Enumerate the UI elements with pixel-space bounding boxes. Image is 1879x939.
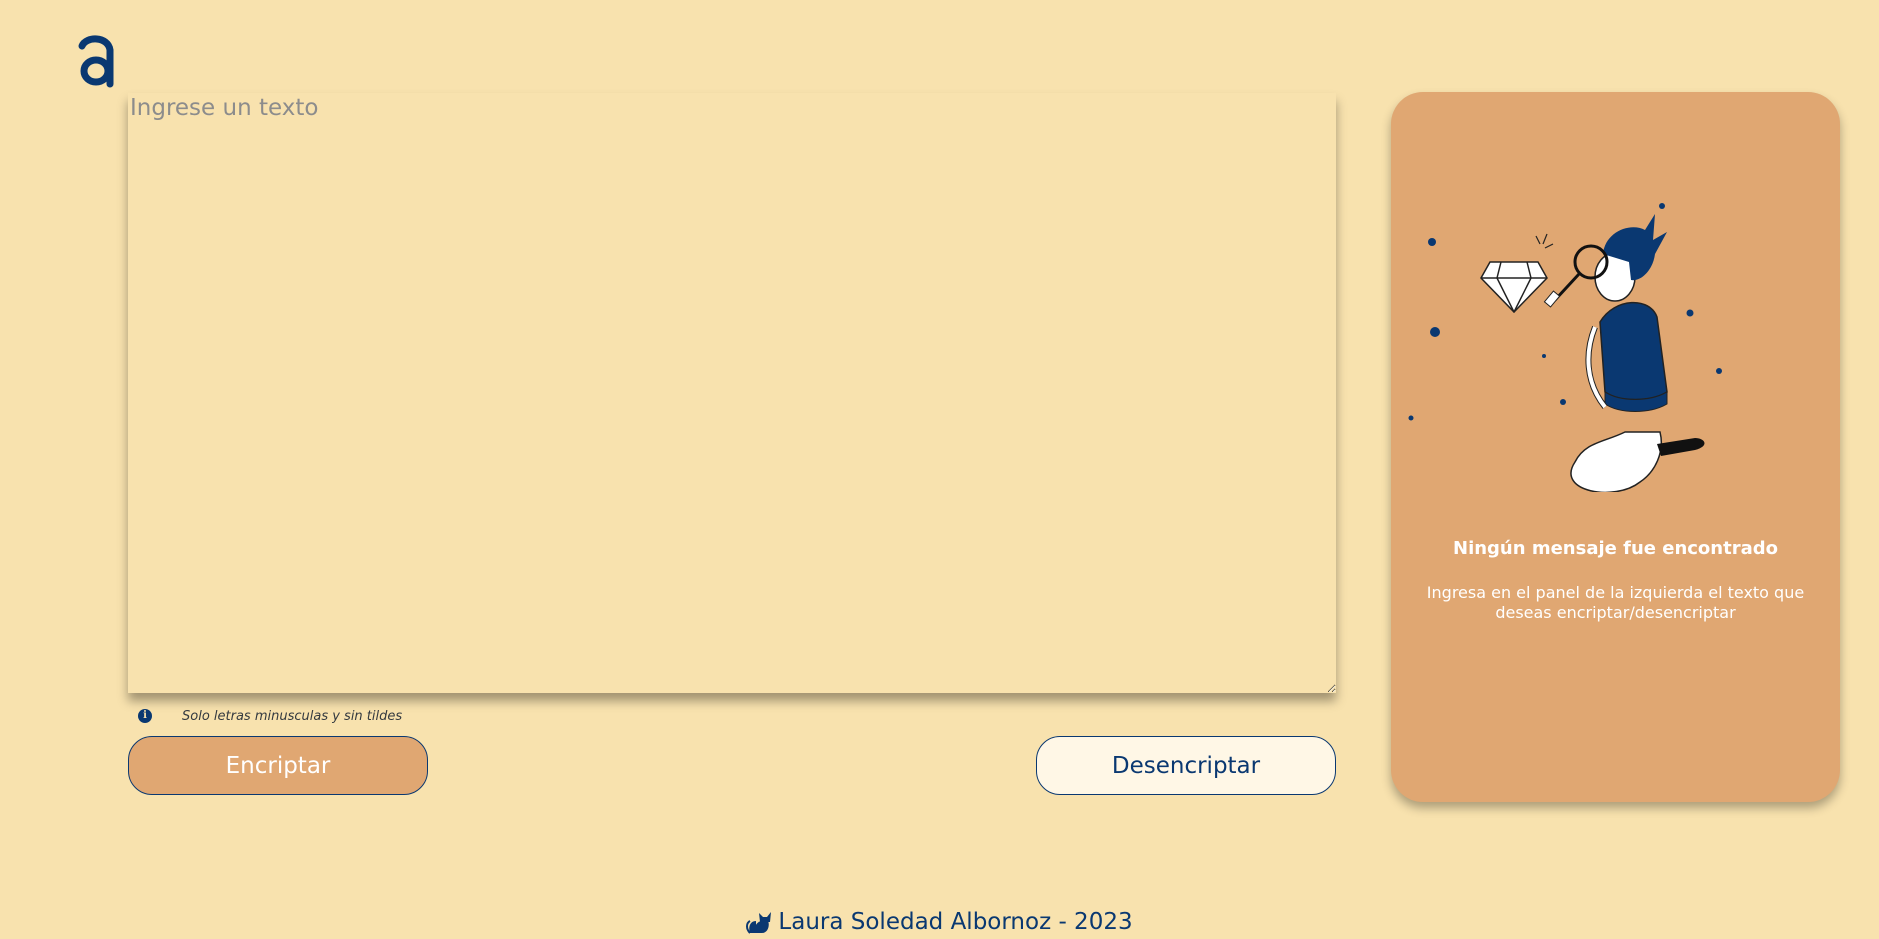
decrypt-button[interactable]: Desencriptar — [1036, 736, 1336, 795]
encrypt-button[interactable]: Encriptar — [128, 736, 428, 795]
empty-message-title: Ningún mensaje fue encontrado — [1453, 538, 1778, 559]
cat-icon — [746, 912, 772, 934]
input-hint: i Solo letras minusculas y sin tildes — [138, 707, 402, 725]
output-panel: Ningún mensaje fue encontrado Ingresa en… — [1391, 92, 1840, 802]
hint-text: Solo letras minusculas y sin tildes — [182, 708, 403, 724]
alura-logo-icon — [78, 35, 114, 88]
text-input[interactable] — [128, 93, 1336, 693]
footer: Laura Soledad Albornoz - 2023 — [0, 909, 1879, 935]
person-magnifier-illustration — [1408, 203, 1722, 492]
info-icon: i — [138, 709, 152, 723]
footer-text: Laura Soledad Albornoz - 2023 — [778, 909, 1133, 935]
empty-message-body: Ingresa en el panel de la izquierda el t… — [1426, 583, 1805, 622]
text-input-container — [128, 93, 1336, 693]
